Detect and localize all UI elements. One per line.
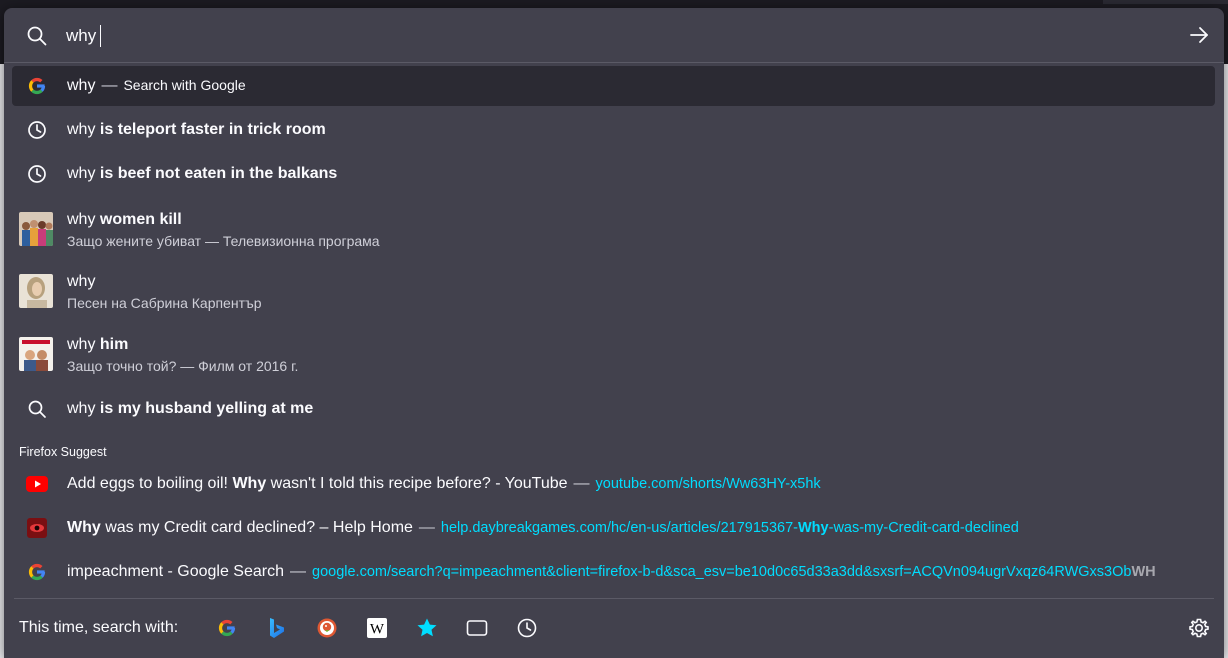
thumbnail-women-kill	[19, 212, 53, 246]
suggestion-url: help.daybreakgames.com/hc/en-us/articles…	[440, 520, 1019, 536]
wikipedia-icon[interactable]: W	[365, 616, 389, 640]
thumbnail-why-him	[19, 337, 53, 371]
urlbar-query-text: why	[66, 26, 97, 45]
search-icon	[26, 25, 48, 47]
go-arrow-icon[interactable]	[1188, 24, 1210, 46]
toolbar-background	[0, 0, 1228, 8]
suggestion-description: Защо точно той? — Филм от 2016 г.	[67, 358, 299, 374]
suggestion-row-history[interactable]: why is beef not eaten in the balkans	[12, 154, 1215, 194]
suggestion-text: why women kill	[67, 211, 182, 228]
suggestion-row-rich[interactable]: why women kill Защо жените убиват — Теле…	[12, 206, 1215, 254]
tabs-icon[interactable]	[465, 616, 489, 640]
bookmarks-star-icon[interactable]	[415, 616, 439, 640]
suggestion-text: why is my husband yelling at me	[67, 400, 314, 417]
suggestion-text: Why was my Credit card declined? – Help …	[67, 519, 1019, 536]
suggestion-text: why	[67, 273, 96, 290]
suggestion-row-search-google[interactable]: why — Search with Google	[12, 66, 1215, 106]
google-icon	[25, 74, 49, 98]
firefox-suggest-row[interactable]: Why was my Credit card declined? – Help …	[12, 508, 1215, 548]
tab-strip-edge	[1103, 0, 1228, 4]
suggestion-text: why him	[67, 336, 129, 353]
duckduckgo-icon[interactable]	[315, 616, 339, 640]
suggestion-text: Add eggs to boiling oil! Why wasn't I to…	[67, 475, 821, 492]
urlbar[interactable]: why	[4, 8, 1224, 62]
history-clock-icon	[25, 162, 49, 186]
suggestion-text: why is teleport faster in trick room	[67, 121, 326, 138]
suggestion-row-rich[interactable]: why Песен на Сабрина Карпентър	[12, 268, 1215, 316]
daybreak-icon	[25, 516, 49, 540]
firefox-suggest-row[interactable]: impeachment - Google Search — google.com/s…	[12, 552, 1215, 592]
history-icon[interactable]	[515, 616, 539, 640]
firefox-suggest-row[interactable]: Add eggs to boiling oil! Why wasn't I to…	[12, 464, 1215, 504]
suggestion-url: google.com/search?q=impeachment&client=f…	[312, 564, 1156, 580]
history-clock-icon	[25, 118, 49, 142]
suggestion-url: youtube.com/shorts/Ww63HY-x5hk	[595, 476, 821, 492]
search-icon	[25, 397, 49, 421]
suggestion-text: why is beef not eaten in the balkans	[67, 165, 338, 182]
suggestion-row-history[interactable]: why is teleport faster in trick room	[12, 110, 1215, 150]
suggestion-description: Защо жените убиват — Телевизионна програ…	[67, 233, 380, 249]
thumbnail-sabrina	[19, 274, 53, 308]
suggestion-description: Песен на Сабрина Карпентър	[67, 295, 262, 311]
search-with-label: This time, search with:	[19, 619, 179, 636]
gear-icon[interactable]	[1188, 617, 1210, 639]
urlbar-separator	[4, 62, 1224, 63]
text-caret	[100, 25, 102, 47]
firefox-suggest-label: Firefox Suggest	[19, 445, 107, 459]
urlbar-input[interactable]: why	[66, 25, 102, 47]
bing-icon[interactable]	[265, 616, 289, 640]
one-off-search-bar: This time, search with: W	[4, 599, 1224, 658]
google-icon	[25, 560, 49, 584]
suggestion-text: why — Search with Google	[67, 77, 246, 94]
google-icon[interactable]	[215, 616, 239, 640]
youtube-icon	[25, 472, 49, 496]
urlbar-popup: why why — Search with Google why is telepo…	[4, 8, 1224, 658]
suggestion-row-rich[interactable]: why him Защо точно той? — Филм от 2016 г…	[12, 331, 1215, 379]
suggestion-row-search[interactable]: why is my husband yelling at me	[12, 389, 1215, 429]
suggestion-text: impeachment - Google Search — google.com/s…	[67, 563, 1156, 580]
svg-text:W: W	[370, 622, 385, 638]
